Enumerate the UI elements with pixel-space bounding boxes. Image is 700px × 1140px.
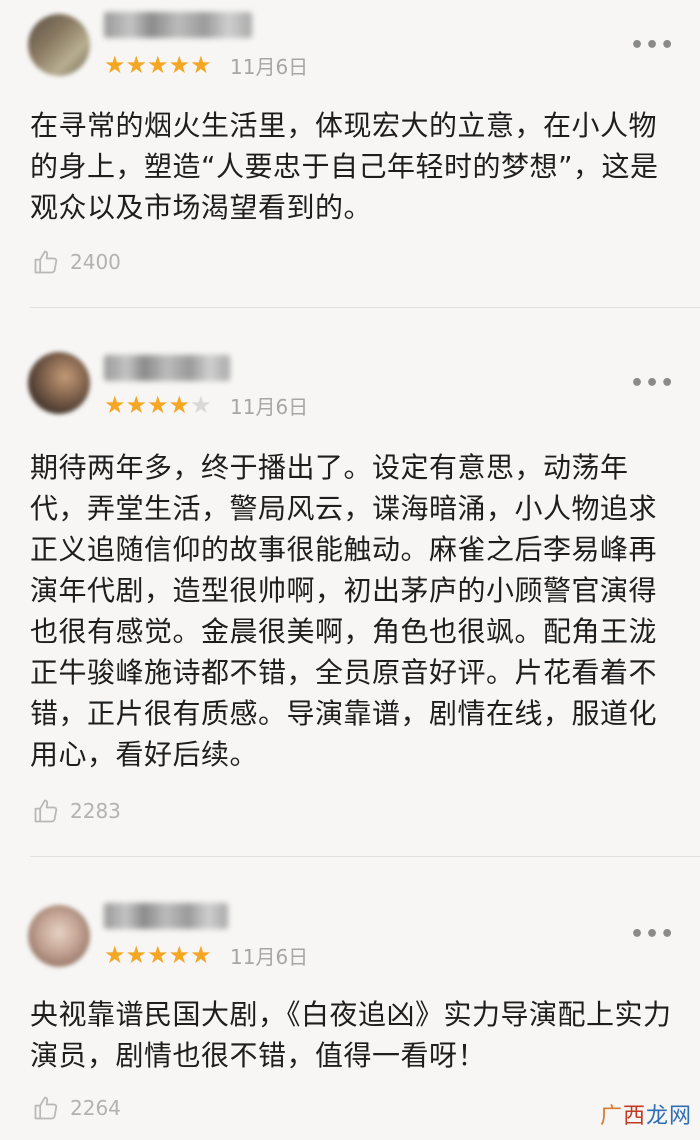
- divider: [30, 307, 700, 308]
- like-button[interactable]: 2283: [32, 797, 121, 825]
- star-rating: ★★★★★: [104, 393, 212, 417]
- review-date: 11月6日: [230, 945, 309, 969]
- review-content: 央视靠谱民国大剧，《白夜追凶》实力导演配上实力演员，剧情也很不错，值得一看呀！: [30, 998, 672, 1072]
- star-rating: ★★★★★: [104, 53, 212, 77]
- watermark-part: 西: [622, 1104, 646, 1129]
- star-filled-icon: ★★★★★: [104, 51, 212, 79]
- avatar[interactable]: [28, 14, 90, 76]
- like-button[interactable]: 2264: [32, 1094, 121, 1122]
- more-dots-icon[interactable]: •••: [630, 373, 675, 395]
- watermark-part: 广: [599, 1104, 623, 1129]
- watermark-logo: 广西龙网: [600, 1098, 692, 1130]
- review-date: 11月6日: [230, 55, 309, 79]
- like-count: 2400: [70, 250, 121, 274]
- like-count: 2283: [70, 799, 121, 823]
- avatar[interactable]: [28, 352, 90, 414]
- username-blurred[interactable]: [104, 355, 230, 381]
- review-date: 11月6日: [230, 395, 309, 419]
- avatar[interactable]: [28, 905, 90, 967]
- username-blurred[interactable]: [104, 903, 228, 929]
- star-filled-icon: ★★★★: [104, 391, 191, 419]
- review-content: 期待两年多，终于播出了。设定有意思，动荡年代，弄堂生活，警局风云，谍海暗涌，小人…: [30, 451, 658, 771]
- watermark-part: 龙网: [645, 1104, 692, 1129]
- star-filled-icon: ★★★★★: [104, 941, 212, 969]
- star-empty-icon: ★: [190, 391, 212, 419]
- more-dots-icon[interactable]: •••: [630, 35, 675, 57]
- thumbs-up-icon: [34, 799, 58, 823]
- like-count: 2264: [70, 1096, 121, 1120]
- thumbs-up-icon: [34, 250, 58, 274]
- review-content: 在寻常的烟火生活里，体现宏大的立意，在小人物的身上，塑造“人要忠于自己年轻时的梦…: [30, 109, 659, 224]
- username-blurred[interactable]: [104, 12, 252, 38]
- divider: [30, 856, 700, 857]
- like-button[interactable]: 2400: [32, 248, 121, 276]
- more-dots-icon[interactable]: •••: [630, 924, 675, 946]
- thumbs-up-icon: [34, 1096, 58, 1120]
- star-rating: ★★★★★: [104, 943, 212, 967]
